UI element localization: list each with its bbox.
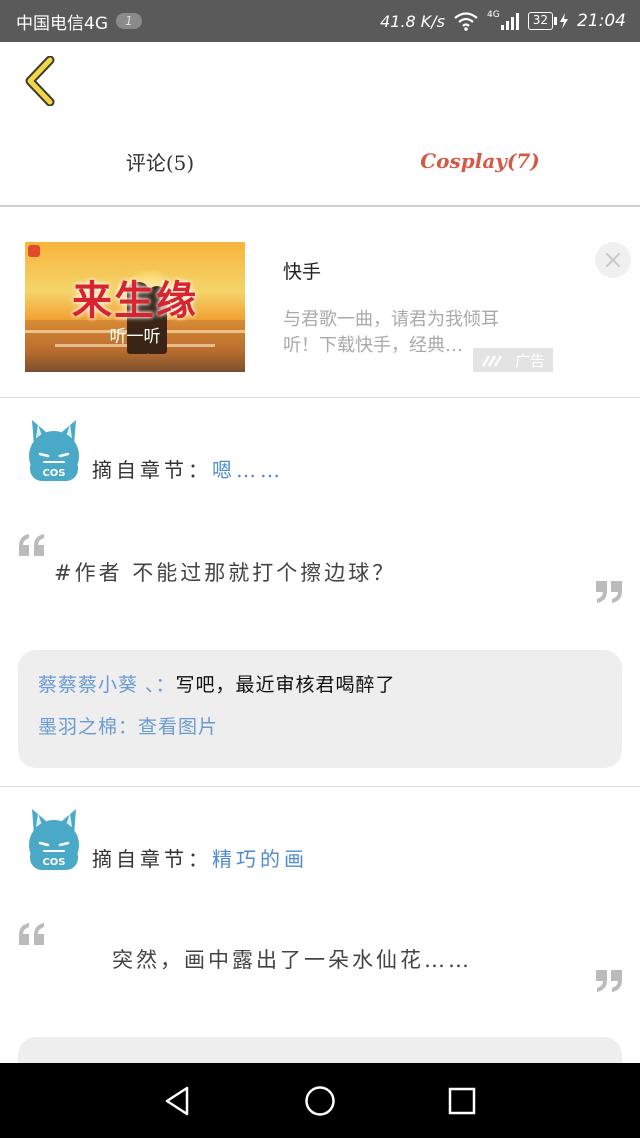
nav-back-button[interactable] bbox=[138, 1063, 218, 1138]
view-image-link[interactable]: 查看图片 bbox=[138, 716, 218, 738]
reply-item: 蔡蔡蔡小葵 、：写吧，最近审核君喝醉了 bbox=[38, 664, 602, 706]
battery-tip bbox=[554, 17, 557, 25]
chapter-name[interactable]: 嗯…… bbox=[212, 458, 284, 482]
back-button[interactable] bbox=[20, 55, 64, 108]
charging-icon bbox=[560, 13, 568, 29]
close-icon bbox=[606, 253, 620, 267]
status-bar-right: 41.8 K/s 4G 32 21:04 bbox=[380, 0, 626, 42]
ad-app-name: 快手 bbox=[283, 261, 322, 283]
quote-text: 突然，画中露出了一朵水仙花…… bbox=[112, 948, 472, 972]
avatar-icon[interactable]: COS bbox=[28, 805, 80, 871]
chapter-prefix: 摘自章节： bbox=[92, 458, 212, 482]
system-nav-bar bbox=[0, 1063, 640, 1138]
ad-app-logo bbox=[28, 245, 40, 257]
chapter-name[interactable]: 精巧的画 bbox=[212, 847, 308, 871]
tab-bar: 评论(5) Cosplay(7) bbox=[0, 118, 640, 204]
status-bar-left: 中国电信4G 1 bbox=[16, 0, 142, 42]
avatar-icon[interactable]: COS bbox=[28, 416, 80, 482]
nav-home-icon bbox=[305, 1085, 335, 1116]
carrier-label: 中国电信4G bbox=[16, 13, 108, 34]
back-icon bbox=[25, 55, 55, 107]
tab-comments[interactable]: 评论(5) bbox=[0, 118, 320, 204]
battery-level: 32 bbox=[527, 12, 553, 30]
chapter-source: 摘自章节：嗯…… bbox=[92, 454, 284, 483]
ad-image[interactable]: 来生缘 听一听 bbox=[25, 242, 245, 372]
signal-group: 4G bbox=[487, 11, 520, 31]
battery-icon: 32 bbox=[527, 12, 569, 30]
chapter-source: 摘自章节：精巧的画 bbox=[92, 843, 308, 872]
cosplay-card: COS 摘自章节：嗯…… #作者 不能过那就打个擦边球？ 蔡蔡蔡小葵 、：写吧，… bbox=[0, 398, 640, 786]
nav-recents-icon bbox=[448, 1087, 476, 1114]
clock: 21:04 bbox=[577, 11, 626, 31]
signal-icon bbox=[500, 13, 519, 30]
nav-recents-button[interactable] bbox=[422, 1063, 502, 1138]
reply-username[interactable]: 墨羽之棉： bbox=[38, 716, 138, 738]
reply-username[interactable]: 蔡蔡蔡小葵 、： bbox=[38, 674, 176, 696]
nav-back-icon bbox=[165, 1086, 189, 1115]
close-ad-button[interactable] bbox=[595, 242, 631, 278]
chapter-prefix: 摘自章节： bbox=[92, 847, 212, 871]
reply-item: 墨羽之棉：查看图片 bbox=[38, 706, 602, 748]
reply-text: 写吧，最近审核君喝醉了 bbox=[175, 674, 396, 696]
ad-badge-label: 广告 bbox=[514, 351, 545, 370]
cosplay-card: COS 摘自章节：精巧的画 突然，画中露出了一朵水仙花…… bbox=[0, 787, 640, 1097]
ad-image-title: 来生缘 bbox=[72, 277, 198, 324]
quote-close-icon bbox=[596, 581, 622, 603]
notification-badge: 1 bbox=[116, 13, 142, 29]
status-bar: 中国电信4G 1 41.8 K/s 4G 32 21:04 bbox=[0, 0, 640, 42]
ad-banner[interactable]: 来生缘 听一听 快手 与君歌一曲，请君为我倾耳听！下载快手，经典… 广告 bbox=[0, 207, 640, 397]
quote-text: #作者 不能过那就打个擦边球？ bbox=[54, 561, 397, 585]
wifi-icon bbox=[454, 12, 478, 31]
reply-box: 蔡蔡蔡小葵 、：写吧，最近审核君喝醉了 墨羽之棉：查看图片 bbox=[18, 650, 622, 768]
quote-open-icon bbox=[19, 534, 44, 556]
quote-close-icon bbox=[596, 970, 622, 992]
network-type: 4G bbox=[487, 10, 500, 20]
svg-text:COS: COS bbox=[42, 468, 65, 479]
nav-home-button[interactable] bbox=[280, 1063, 360, 1138]
svg-text:COS: COS bbox=[42, 857, 65, 868]
ad-network-icon bbox=[481, 355, 503, 367]
quote-open-icon bbox=[19, 923, 44, 945]
tab-cosplay[interactable]: Cosplay(7) bbox=[320, 118, 640, 204]
ad-badge: 广告 bbox=[473, 348, 553, 372]
ad-image-subtitle: 听一听 bbox=[109, 327, 161, 347]
network-speed: 41.8 K/s bbox=[380, 11, 446, 31]
